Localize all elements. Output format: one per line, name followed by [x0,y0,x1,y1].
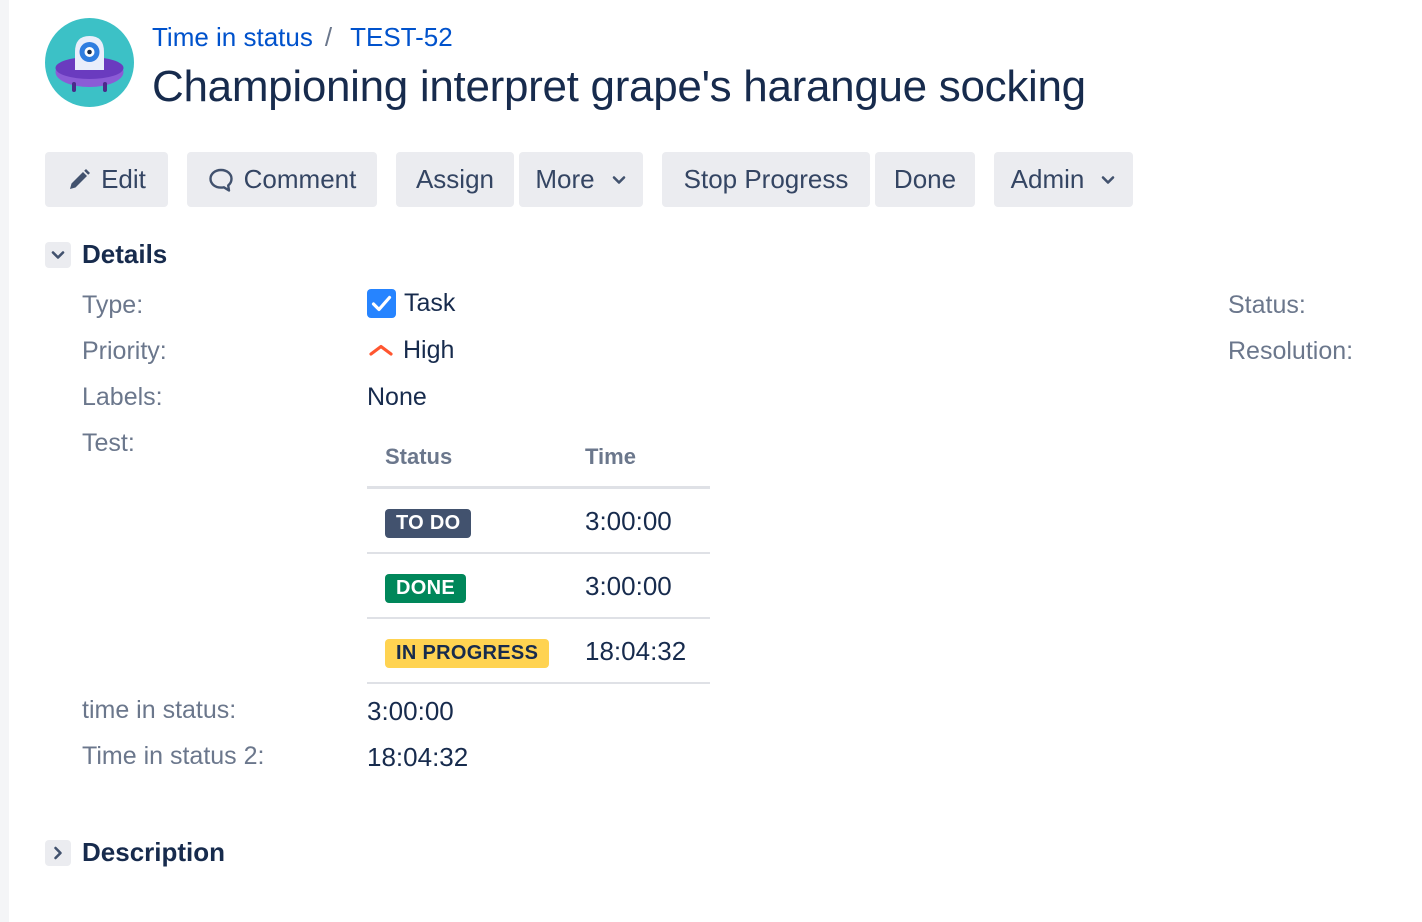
column-header-status: Status [385,444,453,469]
time-in-status-2-value: 18:04:32 [367,742,469,772]
type-value-text: Task [404,289,456,317]
comment-button[interactable]: Comment [187,152,377,207]
pencil-icon [70,168,91,189]
labels-value: None [367,383,427,411]
chevron-down-icon [51,250,65,259]
edit-button[interactable]: Edit [45,152,168,207]
table-row: IN PROGRESS 18:04:32 [367,619,710,684]
comment-button-label: Comment [243,164,357,194]
description-title: Description [82,837,226,867]
column-header-time: Time [585,444,636,469]
table-row: DONE 3:00:00 [367,554,710,619]
assign-button[interactable]: Assign [396,152,514,207]
time-cell: 18:04:32 [585,636,687,666]
status-lozenge-todo: TO DO [385,509,472,538]
chevron-down-icon [612,175,625,184]
edit-button-label: Edit [101,164,146,194]
more-button[interactable]: More [519,152,643,207]
details-title: Details [82,239,168,269]
type-label: Type: [82,291,144,319]
breadcrumb-separator: / [324,21,333,52]
chevron-down-icon [1102,175,1115,184]
time-cell: 3:00:00 [585,506,672,536]
breadcrumb-project-link[interactable]: Time in status [152,22,313,53]
table-row: TO DO 3:00:00 [367,489,710,554]
priority-value[interactable]: High [367,336,454,365]
status-lozenge-done: DONE [385,574,466,603]
time-in-status-value: 3:00:00 [367,696,454,726]
time-in-status-2-label: Time in status 2: [82,742,265,770]
admin-button[interactable]: Admin [994,152,1133,207]
test-label: Test: [82,429,135,457]
description-section-header[interactable]: Description [45,837,225,868]
task-checkbox-icon [367,289,396,318]
chevron-right-icon [54,846,62,859]
time-cell: 3:00:00 [585,571,672,601]
project-avatar[interactable] [45,18,134,107]
details-toggle[interactable] [45,241,71,268]
done-button[interactable]: Done [875,152,975,207]
breadcrumb-issue-link[interactable]: TEST-52 [350,22,453,53]
status-lozenge-in-progress: IN PROGRESS [385,639,550,668]
priority-value-text: High [403,336,455,364]
left-rail [0,0,9,922]
comment-icon [208,168,233,192]
issue-title[interactable]: Championing interpret grape's harangue s… [152,62,1086,112]
stop-progress-button-label: Stop Progress [683,164,849,194]
table-header: Status Time [367,432,710,489]
priority-high-icon [369,344,393,356]
description-toggle[interactable] [45,839,71,866]
time-in-status-label: time in status: [82,696,237,724]
resolution-label: Resolution: [1228,337,1354,365]
done-button-label: Done [893,164,957,194]
time-in-status-table: Status Time TO DO 3:00:00 DONE 3:00:00 I… [367,432,710,684]
type-value[interactable]: Task [367,289,455,318]
assign-button-label: Assign [415,164,495,194]
details-section-header[interactable]: Details [45,239,167,270]
labels-label: Labels: [82,383,163,411]
breadcrumb: Time in status / TEST-52 [152,22,453,52]
more-button-label: More [535,164,595,194]
status-label: Status: [1228,291,1306,319]
priority-label: Priority: [82,337,167,365]
admin-button-label: Admin [1010,164,1085,194]
stop-progress-button[interactable]: Stop Progress [662,152,870,207]
